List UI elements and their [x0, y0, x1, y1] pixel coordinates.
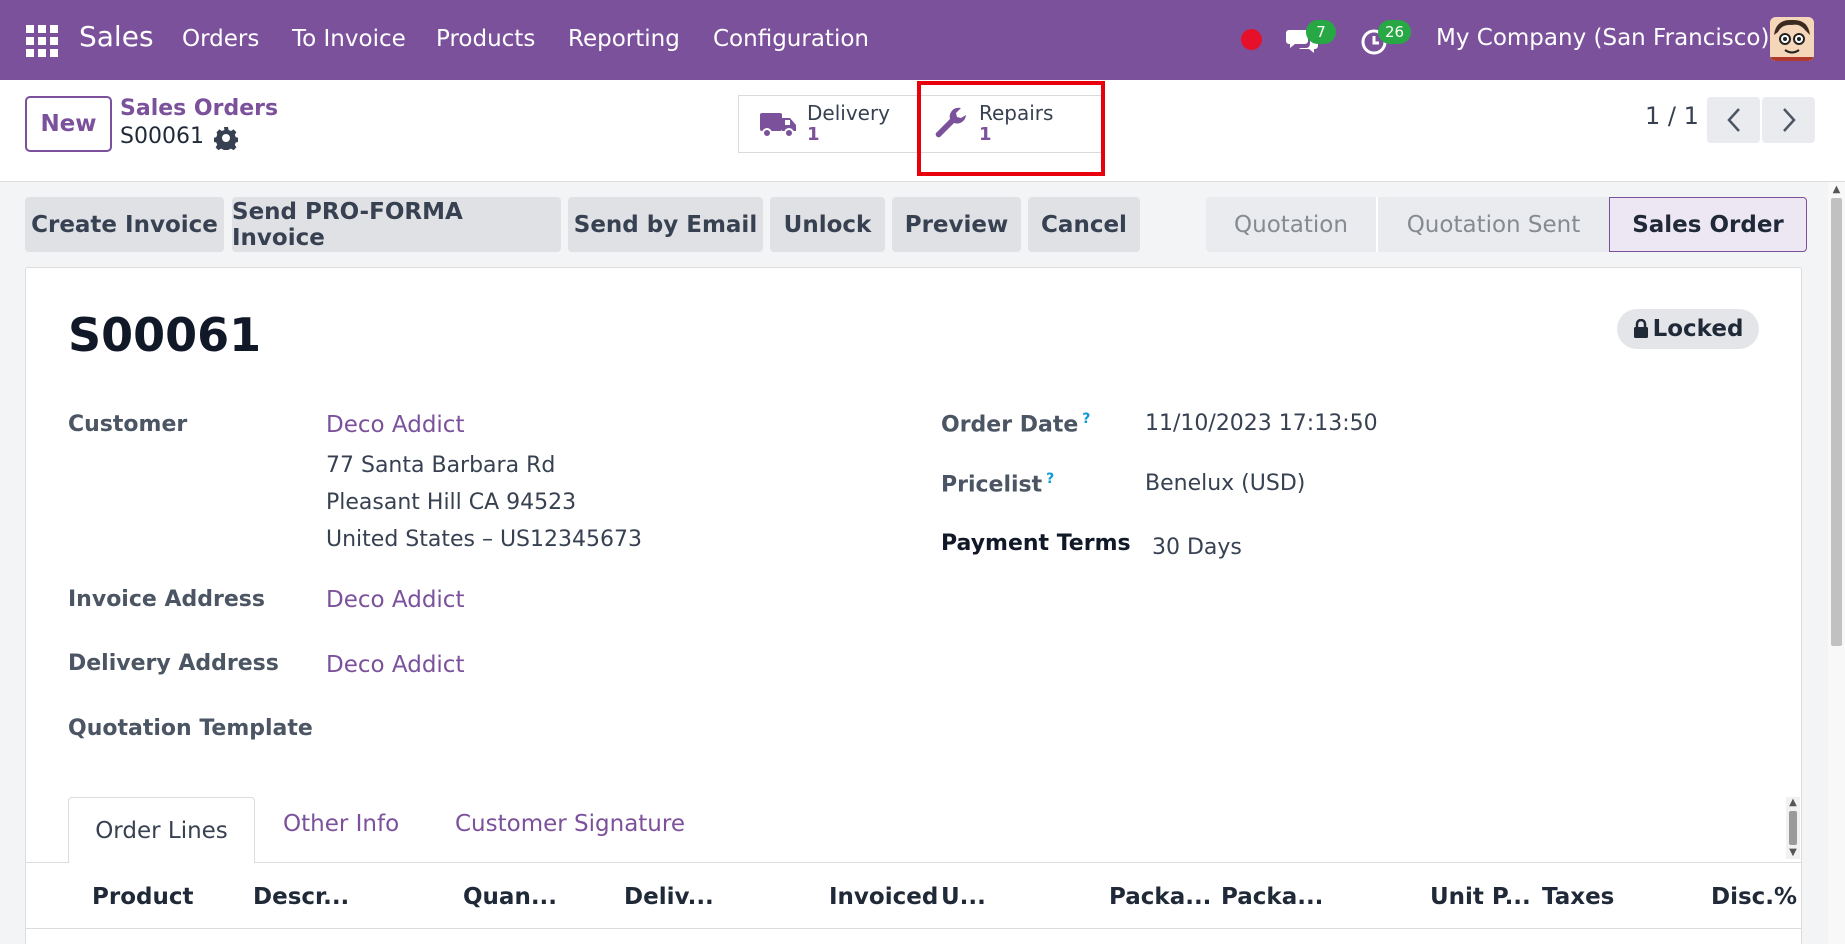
pricelist-value[interactable]: Benelux (USD)	[1145, 471, 1305, 496]
tab-customer-signature[interactable]: Customer Signature	[455, 811, 685, 837]
activities-badge: 26	[1378, 20, 1412, 44]
tab-order-lines[interactable]: Order Lines	[68, 797, 255, 863]
customer-address-line: 77 Santa Barbara Rd	[326, 453, 556, 478]
unlock-button[interactable]: Unlock	[770, 197, 885, 252]
status-bar: Quotation Quotation Sent Sales Order	[1206, 197, 1807, 252]
column-discount[interactable]: Disc.%	[1711, 884, 1797, 910]
lock-icon	[1633, 319, 1648, 338]
menu-to-invoice[interactable]: To Invoice	[292, 26, 406, 52]
column-uom[interactable]: U...	[941, 884, 986, 910]
delivery-smart-button[interactable]: Delivery 1	[738, 95, 918, 153]
stage-quotation-sent[interactable]: Quotation Sent	[1376, 197, 1609, 252]
app-grid-icon[interactable]	[26, 25, 58, 57]
new-button[interactable]: New	[25, 96, 112, 152]
column-packaging[interactable]: Packa...	[1221, 884, 1323, 910]
order-date-value[interactable]: 11/10/2023 17:13:50	[1145, 411, 1378, 436]
column-delivered[interactable]: Deliv...	[624, 884, 714, 910]
delivery-count: 1	[807, 124, 820, 145]
invoice-address-label: Invoice Address	[68, 587, 265, 612]
column-invoiced[interactable]: Invoiced	[829, 884, 938, 910]
locked-badge: Locked	[1617, 309, 1759, 349]
customer-address-line: Pleasant Hill CA 94523	[326, 490, 577, 515]
delivery-address-link[interactable]: Deco Addict	[326, 652, 464, 678]
pricelist-label: Pricelist?	[941, 471, 1055, 498]
quotation-template-label: Quotation Template	[68, 716, 313, 741]
gear-icon[interactable]	[214, 126, 238, 150]
menu-products[interactable]: Products	[436, 26, 535, 52]
tab-scrollbar-thumb[interactable]	[1789, 811, 1797, 845]
company-switcher[interactable]: My Company (San Francisco)	[1436, 25, 1769, 51]
menu-configuration[interactable]: Configuration	[713, 26, 869, 52]
chevron-left-icon	[1726, 108, 1740, 132]
user-avatar[interactable]	[1770, 17, 1814, 61]
breadcrumb-current: S00061	[120, 124, 204, 149]
help-icon[interactable]: ?	[1082, 411, 1090, 427]
customer-label: Customer	[68, 412, 188, 437]
recording-indicator-icon[interactable]	[1241, 29, 1262, 50]
menu-reporting[interactable]: Reporting	[568, 26, 680, 52]
form-sheet	[25, 267, 1802, 944]
stage-sales-order[interactable]: Sales Order	[1609, 197, 1807, 252]
cancel-button[interactable]: Cancel	[1028, 197, 1140, 252]
scroll-up-arrow-icon[interactable]: ▲	[1828, 184, 1845, 196]
payment-terms-value[interactable]: 30 Days	[1152, 535, 1242, 560]
column-packaging-qty[interactable]: Packa...	[1109, 884, 1211, 910]
table-header-divider	[26, 928, 1801, 929]
truck-icon	[760, 113, 796, 138]
pager-previous-button[interactable]	[1707, 97, 1760, 143]
order-date-label: Order Date?	[941, 411, 1091, 438]
help-icon[interactable]: ?	[1046, 471, 1054, 487]
breadcrumb-sales-orders[interactable]: Sales Orders	[120, 96, 278, 121]
page-scrollbar-thumb[interactable]	[1831, 198, 1842, 646]
delivery-address-label: Delivery Address	[68, 651, 279, 676]
stage-quotation[interactable]: Quotation	[1206, 197, 1376, 252]
column-unit-price[interactable]: Unit P...	[1430, 884, 1531, 910]
menu-orders[interactable]: Orders	[182, 26, 259, 52]
scroll-up-arrow-icon[interactable]: ▲	[1786, 797, 1800, 809]
delivery-label: Delivery	[807, 101, 891, 125]
tabs-divider	[26, 862, 1801, 863]
repairs-highlight-box	[917, 81, 1105, 176]
top-navbar: Sales Orders To Invoice Products Reporti…	[0, 0, 1845, 80]
send-proforma-button[interactable]: Send PRO-FORMA Invoice	[232, 197, 561, 252]
payment-terms-label: Payment Terms	[941, 531, 1131, 556]
chevron-right-icon	[1782, 108, 1796, 132]
messages-badge: 7	[1306, 20, 1336, 44]
app-name[interactable]: Sales	[79, 20, 154, 53]
customer-link[interactable]: Deco Addict	[326, 412, 464, 438]
customer-address-line: United States – US12345673	[326, 527, 643, 552]
pager-value[interactable]: 1 / 1	[1645, 102, 1699, 130]
column-taxes[interactable]: Taxes	[1542, 884, 1614, 910]
create-invoice-button[interactable]: Create Invoice	[25, 197, 224, 252]
send-by-email-button[interactable]: Send by Email	[568, 197, 763, 252]
page-scrollbar[interactable]: ▲	[1828, 182, 1845, 944]
column-description[interactable]: Descr...	[253, 884, 349, 910]
column-quantity[interactable]: Quan...	[463, 884, 557, 910]
locked-label: Locked	[1652, 316, 1744, 342]
preview-button[interactable]: Preview	[892, 197, 1021, 252]
tab-other-info[interactable]: Other Info	[283, 811, 399, 837]
record-title: S00061	[68, 308, 262, 362]
invoice-address-link[interactable]: Deco Addict	[326, 587, 464, 613]
pager-next-button[interactable]	[1762, 97, 1815, 143]
column-product[interactable]: Product	[92, 884, 193, 910]
scroll-down-arrow-icon[interactable]: ▼	[1786, 847, 1800, 859]
tab-scrollbar[interactable]: ▲ ▼	[1786, 797, 1800, 859]
